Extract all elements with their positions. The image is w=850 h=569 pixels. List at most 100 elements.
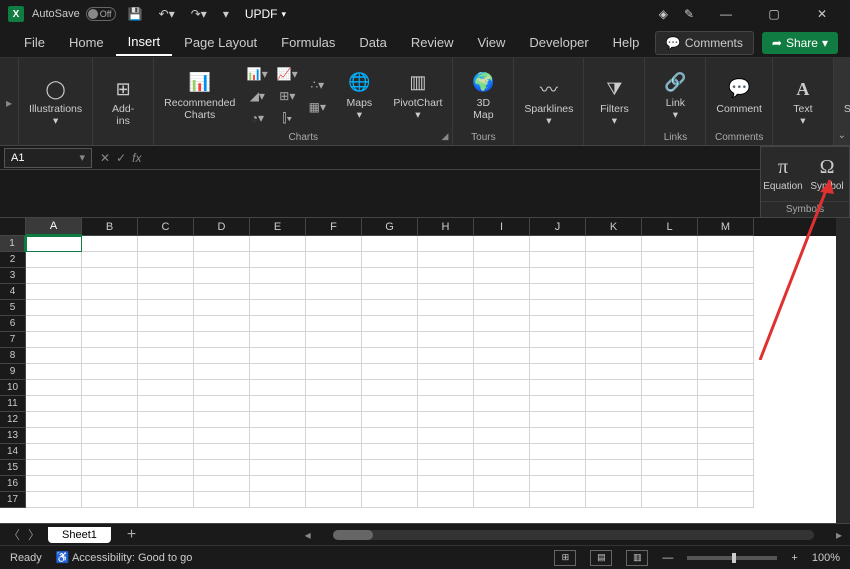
- maps-button[interactable]: 🌐Maps▾: [335, 69, 383, 123]
- cell-D6[interactable]: [194, 316, 250, 332]
- cell-F12[interactable]: [306, 412, 362, 428]
- vertical-scrollbar[interactable]: [836, 218, 850, 523]
- tab-file[interactable]: File: [12, 30, 57, 55]
- cell-J17[interactable]: [530, 492, 586, 508]
- symbols-button[interactable]: ΩSymbols▾: [840, 75, 850, 129]
- view-page-break-icon[interactable]: ▥: [626, 550, 648, 566]
- cell-M13[interactable]: [698, 428, 754, 444]
- cell-I9[interactable]: [474, 364, 530, 380]
- col-header-C[interactable]: C: [138, 218, 194, 236]
- cell-A4[interactable]: [26, 284, 82, 300]
- cell-C11[interactable]: [138, 396, 194, 412]
- cell-C13[interactable]: [138, 428, 194, 444]
- cell-I12[interactable]: [474, 412, 530, 428]
- row-header-2[interactable]: 2: [0, 252, 26, 268]
- cell-L1[interactable]: [642, 236, 698, 252]
- cell-D13[interactable]: [194, 428, 250, 444]
- cell-I2[interactable]: [474, 252, 530, 268]
- cell-C5[interactable]: [138, 300, 194, 316]
- cell-G7[interactable]: [362, 332, 418, 348]
- cell-G17[interactable]: [362, 492, 418, 508]
- cell-G1[interactable]: [362, 236, 418, 252]
- cell-G14[interactable]: [362, 444, 418, 460]
- name-box[interactable]: A1▾: [4, 148, 92, 168]
- col-header-B[interactable]: B: [82, 218, 138, 236]
- cell-B10[interactable]: [82, 380, 138, 396]
- cell-K12[interactable]: [586, 412, 642, 428]
- cell-J5[interactable]: [530, 300, 586, 316]
- cell-H1[interactable]: [418, 236, 474, 252]
- cell-J14[interactable]: [530, 444, 586, 460]
- col-header-D[interactable]: D: [194, 218, 250, 236]
- close-button[interactable]: ✕: [802, 0, 842, 28]
- row-header-8[interactable]: 8: [0, 348, 26, 364]
- cell-A15[interactable]: [26, 460, 82, 476]
- cell-C2[interactable]: [138, 252, 194, 268]
- recommended-charts-button[interactable]: 📊Recommended Charts: [160, 69, 239, 123]
- cell-K2[interactable]: [586, 252, 642, 268]
- chart-pie-icon[interactable]: ◔▾: [245, 108, 269, 128]
- cell-G9[interactable]: [362, 364, 418, 380]
- cell-E14[interactable]: [250, 444, 306, 460]
- cell-H6[interactable]: [418, 316, 474, 332]
- cell-B5[interactable]: [82, 300, 138, 316]
- pivotchart-button[interactable]: ▥PivotChart▾: [389, 69, 446, 123]
- cell-E11[interactable]: [250, 396, 306, 412]
- cell-L13[interactable]: [642, 428, 698, 444]
- cell-M7[interactable]: [698, 332, 754, 348]
- cell-L12[interactable]: [642, 412, 698, 428]
- cell-C7[interactable]: [138, 332, 194, 348]
- cell-L2[interactable]: [642, 252, 698, 268]
- cell-B13[interactable]: [82, 428, 138, 444]
- tab-data[interactable]: Data: [347, 30, 398, 55]
- cell-B9[interactable]: [82, 364, 138, 380]
- chart-column-icon[interactable]: 📊▾: [245, 64, 269, 84]
- cell-B4[interactable]: [82, 284, 138, 300]
- document-name[interactable]: UPDF▾: [245, 7, 286, 21]
- cell-I7[interactable]: [474, 332, 530, 348]
- cell-G4[interactable]: [362, 284, 418, 300]
- cell-I8[interactable]: [474, 348, 530, 364]
- cell-F4[interactable]: [306, 284, 362, 300]
- cell-K17[interactable]: [586, 492, 642, 508]
- cell-M8[interactable]: [698, 348, 754, 364]
- chart-scatter-icon[interactable]: ∴▾: [305, 75, 329, 95]
- cell-K5[interactable]: [586, 300, 642, 316]
- chart-surface-icon[interactable]: ▦▾: [305, 97, 329, 117]
- cell-D10[interactable]: [194, 380, 250, 396]
- tab-developer[interactable]: Developer: [517, 30, 600, 55]
- cell-F17[interactable]: [306, 492, 362, 508]
- cell-A11[interactable]: [26, 396, 82, 412]
- cell-B14[interactable]: [82, 444, 138, 460]
- cell-I16[interactable]: [474, 476, 530, 492]
- cell-E1[interactable]: [250, 236, 306, 252]
- undo-icon[interactable]: ↶▾: [155, 5, 179, 23]
- qat-more-icon[interactable]: ▾: [219, 5, 233, 23]
- cell-K10[interactable]: [586, 380, 642, 396]
- cell-M9[interactable]: [698, 364, 754, 380]
- chart-stat-icon[interactable]: ⊞▾: [275, 86, 299, 106]
- cell-I1[interactable]: [474, 236, 530, 252]
- cell-A17[interactable]: [26, 492, 82, 508]
- row-header-16[interactable]: 16: [0, 476, 26, 492]
- cell-K11[interactable]: [586, 396, 642, 412]
- tab-help[interactable]: Help: [601, 30, 652, 55]
- cell-I5[interactable]: [474, 300, 530, 316]
- tab-home[interactable]: Home: [57, 30, 116, 55]
- cell-L6[interactable]: [642, 316, 698, 332]
- symbol-button[interactable]: ΩSymbol: [805, 147, 849, 201]
- cell-I11[interactable]: [474, 396, 530, 412]
- view-normal-icon[interactable]: ⊞: [554, 550, 576, 566]
- cell-C9[interactable]: [138, 364, 194, 380]
- cell-M3[interactable]: [698, 268, 754, 284]
- save-icon[interactable]: 💾: [124, 5, 147, 23]
- cell-D9[interactable]: [194, 364, 250, 380]
- cell-H16[interactable]: [418, 476, 474, 492]
- cell-L14[interactable]: [642, 444, 698, 460]
- cell-D11[interactable]: [194, 396, 250, 412]
- cell-I3[interactable]: [474, 268, 530, 284]
- cell-C17[interactable]: [138, 492, 194, 508]
- cell-E7[interactable]: [250, 332, 306, 348]
- cell-M1[interactable]: [698, 236, 754, 252]
- row-header-10[interactable]: 10: [0, 380, 26, 396]
